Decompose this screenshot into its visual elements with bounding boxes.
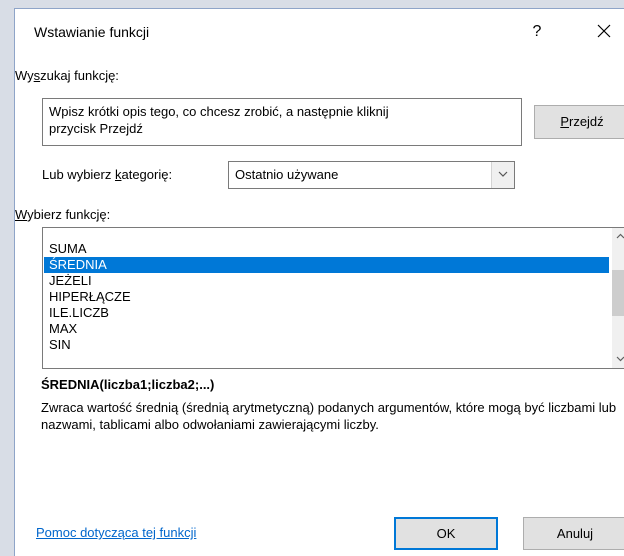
close-button[interactable] <box>587 15 621 47</box>
category-selected-value: Ostatnio używane <box>235 167 339 182</box>
functions-label-accel: W <box>15 207 28 222</box>
category-label: Lub wybierz kategorię: <box>42 167 172 182</box>
go-button[interactable]: Przejdź <box>534 105 624 139</box>
go-button-rest: rzejdź <box>568 114 604 129</box>
close-icon <box>597 24 611 38</box>
search-label-part: zukaj funkcję: <box>40 68 119 83</box>
go-button-accel: P <box>560 114 569 129</box>
scroll-up-button[interactable] <box>612 228 624 245</box>
function-list-item[interactable]: JEŻELI <box>44 273 609 289</box>
chevron-down-icon <box>498 171 508 177</box>
search-input-line: przycisk Przejdź <box>49 121 143 136</box>
search-input-line: Wpisz krótki opis tego, co chcesz zrobić… <box>49 104 389 119</box>
title-bar: Wstawianie funkcji ? <box>15 9 624 55</box>
category-label-part: Lub wybierz <box>42 167 115 182</box>
function-description: Zwraca wartość średnią (średnią arytmety… <box>41 400 617 432</box>
function-list-item[interactable]: SUMA <box>44 241 609 257</box>
window-title: Wstawianie funkcji <box>34 24 150 40</box>
search-label-part: Wy <box>15 68 34 83</box>
functions-label: Wybierz funkcję: <box>15 207 110 222</box>
screen-background: Wstawianie funkcji ? Wyszukaj funkcję: W… <box>0 0 624 556</box>
search-input[interactable]: Wpisz krótki opis tego, co chcesz zrobić… <box>42 98 522 146</box>
ok-button[interactable]: OK <box>394 517 498 550</box>
function-list-scrollbar[interactable] <box>612 228 624 368</box>
function-list-item[interactable]: SIN <box>44 337 609 353</box>
category-select[interactable]: Ostatnio używane <box>228 161 515 189</box>
category-label-part: ategorię: <box>121 167 173 182</box>
function-list-item[interactable]: HIPERŁĄCZE <box>44 289 609 305</box>
function-list-item-selected[interactable]: ŚREDNIA <box>44 257 609 273</box>
function-list-item[interactable]: MAX <box>44 321 609 337</box>
go-button-label: Przejdź <box>560 114 603 129</box>
search-label: Wyszukaj funkcję: <box>15 68 119 83</box>
function-signature: ŚREDNIA(liczba1;liczba2;...) <box>41 377 215 392</box>
help-button[interactable]: ? <box>523 17 551 47</box>
category-dropdown-button[interactable] <box>491 162 514 188</box>
chevron-down-icon <box>616 356 624 362</box>
function-help-link[interactable]: Pomoc dotycząca tej funkcji <box>36 525 196 540</box>
scroll-down-button[interactable] <box>612 351 624 368</box>
scroll-thumb[interactable] <box>612 270 624 316</box>
function-list-item[interactable]: ILE.LICZB <box>44 305 609 321</box>
functions-label-part: ybierz funkcję: <box>27 207 111 222</box>
cancel-button[interactable]: Anuluj <box>523 517 624 550</box>
function-list[interactable]: SUMA ŚREDNIA JEŻELI HIPERŁĄCZE ILE.LICZB… <box>42 227 624 369</box>
insert-function-dialog: Wstawianie funkcji ? Wyszukaj funkcję: W… <box>14 8 624 556</box>
chevron-up-icon <box>616 233 624 239</box>
